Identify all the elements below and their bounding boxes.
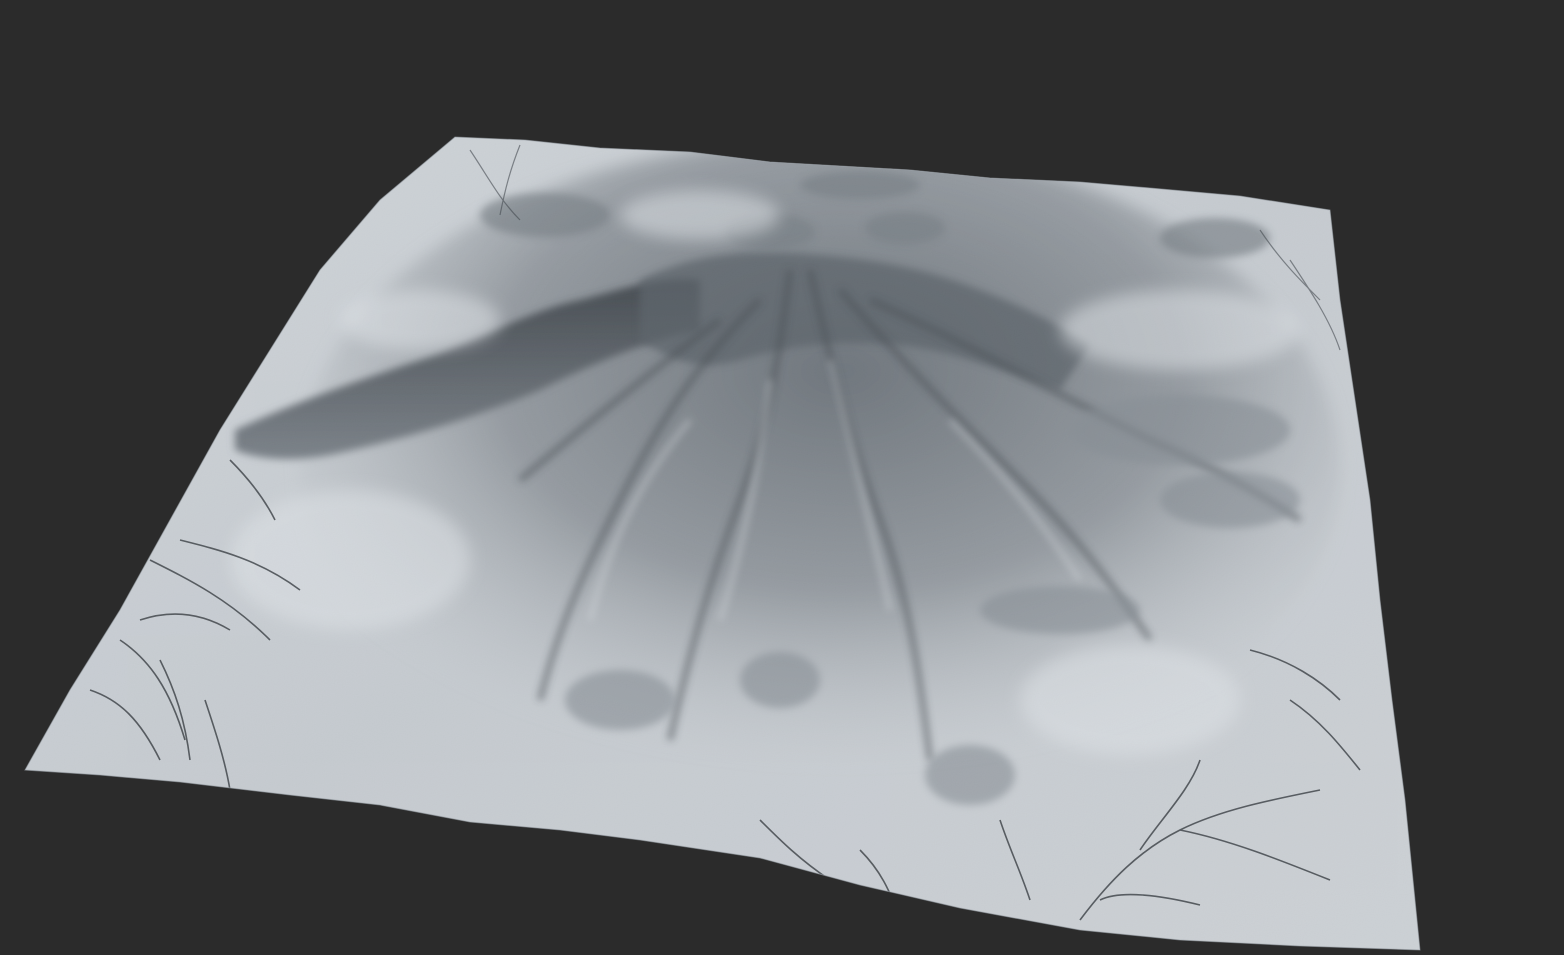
terrain-render[interactable] [0, 0, 1564, 955]
terrain-surface [25, 137, 1420, 950]
3d-viewport[interactable] [0, 0, 1564, 955]
